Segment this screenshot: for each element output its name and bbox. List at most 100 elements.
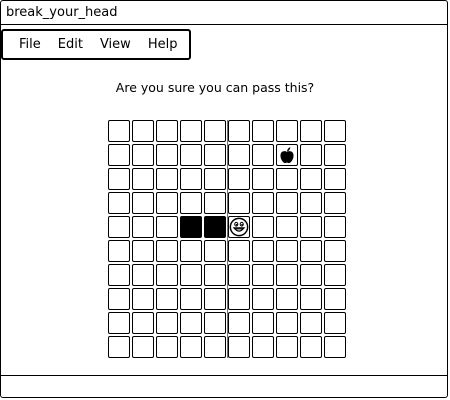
grid-cell (228, 240, 250, 262)
grid-cell (132, 264, 154, 286)
grid-cell (276, 288, 298, 310)
grid-cell (300, 168, 322, 190)
grid-cell (276, 192, 298, 214)
board-divider (227, 120, 228, 358)
grid-cell (300, 264, 322, 286)
grid-cell (108, 216, 130, 238)
grid-cell (180, 336, 202, 358)
grid-cell (276, 336, 298, 358)
grid-cell (132, 144, 154, 166)
grid-cell (180, 144, 202, 166)
smiley-face-icon (229, 217, 249, 237)
grid-cell (324, 288, 346, 310)
grid-cell (252, 312, 274, 334)
grid-cell (276, 216, 298, 238)
snake-body-segment (180, 216, 202, 238)
grid-cell (156, 288, 178, 310)
grid-cell (324, 336, 346, 358)
grid-cell (300, 288, 322, 310)
menu-file[interactable]: File (19, 37, 41, 53)
apple-cell (276, 144, 298, 166)
grid-cell (132, 312, 154, 334)
grid-cell (180, 168, 202, 190)
game-prompt: Are you sure you can pass this? (115, 80, 315, 95)
grid-cell (132, 240, 154, 262)
grid-cell (132, 288, 154, 310)
grid-cell (204, 288, 226, 310)
grid-cell (108, 264, 130, 286)
grid-cell (228, 120, 250, 142)
grid-cell (276, 312, 298, 334)
grid-cell (276, 120, 298, 142)
grid-cell (300, 336, 322, 358)
grid-cell (108, 288, 130, 310)
grid-cell (228, 264, 250, 286)
grid-cell (324, 264, 346, 286)
grid-cell (204, 264, 226, 286)
grid-cell (252, 336, 274, 358)
grid-cell (156, 336, 178, 358)
grid-cell (156, 264, 178, 286)
grid-cell (252, 264, 274, 286)
grid-cell (132, 168, 154, 190)
grid-cell (300, 312, 322, 334)
grid-cell (156, 120, 178, 142)
menu-bar: File Edit View Help (1, 29, 191, 60)
grid-cell (324, 240, 346, 262)
grid-cell (228, 312, 250, 334)
grid-cell (252, 192, 274, 214)
app-window: break_your_head File Edit View Help Are … (0, 0, 448, 398)
grid-cell (156, 144, 178, 166)
grid-cell (252, 216, 274, 238)
grid-cell (180, 240, 202, 262)
grid-cell (228, 288, 250, 310)
grid-cell (228, 144, 250, 166)
status-bar (1, 375, 447, 397)
menu-help[interactable]: Help (148, 37, 178, 53)
grid-cell (108, 192, 130, 214)
menu-view[interactable]: View (100, 37, 131, 53)
grid-cell (276, 240, 298, 262)
grid-cell (204, 168, 226, 190)
title-bar: break_your_head (1, 1, 447, 25)
menu-edit[interactable]: Edit (58, 37, 83, 53)
grid-cell (108, 144, 130, 166)
grid-cell (276, 168, 298, 190)
grid-cell (204, 120, 226, 142)
grid-cell (324, 168, 346, 190)
snake-body-segment (204, 216, 226, 238)
grid-cell (204, 336, 226, 358)
grid-cell (108, 120, 130, 142)
grid-cell (300, 120, 322, 142)
grid-cell (108, 336, 130, 358)
grid-cell (204, 144, 226, 166)
grid-cell (252, 240, 274, 262)
grid-cell (324, 192, 346, 214)
grid-cell (156, 192, 178, 214)
window-title: break_your_head (6, 5, 118, 20)
grid-cell (180, 192, 202, 214)
grid-cell (132, 336, 154, 358)
grid-cell (252, 168, 274, 190)
game-board[interactable] (108, 120, 348, 360)
grid-cell (132, 120, 154, 142)
grid-cell (108, 240, 130, 262)
grid-cell (324, 144, 346, 166)
grid-cell (324, 312, 346, 334)
grid-cell (300, 144, 322, 166)
grid-cell (180, 120, 202, 142)
grid-cell (132, 192, 154, 214)
grid-cell (252, 288, 274, 310)
grid-cell (324, 216, 346, 238)
grid-cell (300, 216, 322, 238)
grid-cell (252, 144, 274, 166)
grid-cell (156, 216, 178, 238)
grid-cell (276, 264, 298, 286)
grid-cell (180, 264, 202, 286)
grid-cell (108, 312, 130, 334)
grid-cell (180, 312, 202, 334)
grid-cell (300, 240, 322, 262)
grid-cell (324, 120, 346, 142)
grid-cell (156, 240, 178, 262)
grid-cell (180, 288, 202, 310)
